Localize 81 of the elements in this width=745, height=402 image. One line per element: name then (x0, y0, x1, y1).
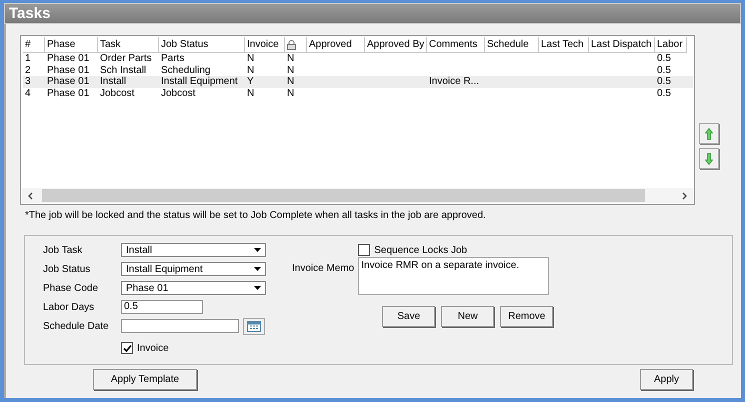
table-cell: 1 (25, 53, 31, 64)
table-cell: 0.5 (657, 88, 671, 98)
table-cell: 0.5 (657, 64, 671, 76)
field-label: Labor Days (43, 302, 96, 312)
table-cell: N (287, 53, 294, 64)
column-header[interactable]: Phase (45, 37, 98, 53)
column-header[interactable]: # (23, 37, 45, 53)
field-label: Phase Code (43, 282, 100, 294)
column-header[interactable]: Task (98, 37, 159, 53)
action-button[interactable]: Save (382, 306, 436, 327)
table-row[interactable]: 1 Phase 01 Order Parts Parts N N 0.5 (23, 53, 693, 64)
action-button[interactable]: Remove (500, 306, 554, 327)
table-cell: 0.5 (657, 76, 671, 87)
table-cell: 0.5 (657, 53, 671, 64)
memo-field[interactable]: Invoice RMR on a separate invoice. (358, 257, 550, 295)
caret-icon (254, 267, 261, 271)
table-cell: N (247, 64, 254, 76)
table-cell: N (287, 88, 294, 98)
apply-template-button[interactable]: Apply Template (93, 369, 197, 390)
table-cell: Scheduling (161, 64, 210, 76)
caret-icon (254, 248, 261, 252)
down-arrow-icon (705, 152, 713, 164)
apply-button[interactable]: Apply (640, 369, 693, 390)
table-cell: 4 (25, 88, 31, 98)
calendar-button[interactable] (243, 318, 265, 334)
up-arrow-icon (705, 128, 713, 140)
input-field[interactable]: 0.5 (121, 300, 203, 314)
table-cell: N (287, 64, 294, 76)
checkbox-label: Invoice (137, 342, 169, 354)
table-cell: Y (247, 76, 254, 87)
table-cell: Phase 01 (47, 88, 90, 98)
note-text: *The job will be locked and the status will be set to Job Complete when all tasks in the job are approved. (25, 210, 487, 221)
checkbox-label: Sequence Locks Job (374, 244, 468, 256)
column-header[interactable]: Comments (427, 37, 485, 53)
field-label: Job Status (43, 264, 92, 274)
date-field[interactable] (121, 319, 239, 333)
column-header[interactable] (285, 37, 307, 53)
action-button[interactable]: New (441, 306, 494, 327)
sequence-checkbox[interactable] (358, 244, 370, 256)
table-cell: Sch Install (100, 64, 146, 76)
dropdown-field[interactable]: Phase 01 (121, 281, 266, 295)
table-cell: Install (100, 76, 126, 87)
table-cell: Invoice R... (429, 76, 480, 87)
window-title: Tasks (4, 3, 741, 24)
column-header[interactable]: Job Status (159, 37, 245, 53)
table-row[interactable]: 2 Phase 01 Sch Install Scheduling N N 0.5 (23, 64, 693, 76)
move-up-button[interactable] (699, 123, 719, 144)
lock-icon (287, 40, 296, 50)
table-row[interactable]: 3 Phase 01 Install Install Equipment Y N Invoice R... 0.5 (23, 76, 693, 88)
column-header[interactable]: Approved (307, 37, 365, 53)
table-cell: Order Parts (100, 53, 152, 64)
column-header[interactable]: Last Tech (539, 37, 589, 53)
table-cell: N (247, 53, 254, 64)
invoice-checkbox[interactable] (121, 342, 133, 354)
dropdown-field[interactable]: Install (121, 243, 266, 257)
caret-icon (254, 286, 261, 290)
table-row[interactable]: 4 Phase 01 Jobcost Jobcost N N 0.5 (23, 88, 693, 99)
column-header[interactable]: Approved By (365, 37, 427, 53)
table-cell: 2 (25, 64, 31, 76)
table-cell: 3 (25, 76, 31, 87)
column-header[interactable]: Schedule (485, 37, 539, 53)
table-cell: Install Equipment (161, 76, 238, 87)
column-header[interactable]: Labor (655, 37, 687, 53)
table-cell: Phase 01 (47, 64, 90, 76)
table-cell: N (247, 88, 254, 98)
table-cell: Phase 01 (47, 53, 90, 64)
horizontal-scrollbar[interactable] (22, 188, 693, 203)
table-cell: Phase 01 (47, 76, 90, 87)
column-header[interactable]: Invoice (245, 37, 285, 53)
field-label: Job Task (43, 244, 84, 256)
move-down-button[interactable] (699, 148, 719, 169)
table-cell: Jobcost (161, 88, 196, 98)
column-header[interactable]: Last Dispatch (589, 37, 655, 53)
table-cell: N (287, 76, 294, 87)
calendar-icon (247, 320, 261, 332)
field-label: Schedule Date (43, 320, 110, 332)
table-cell: Parts (161, 53, 184, 64)
scrollbar-thumb[interactable] (42, 189, 645, 202)
table-cell: Jobcost (100, 88, 134, 98)
dropdown-field[interactable]: Install Equipment (121, 262, 266, 276)
field-label: Invoice Memo (292, 263, 354, 276)
